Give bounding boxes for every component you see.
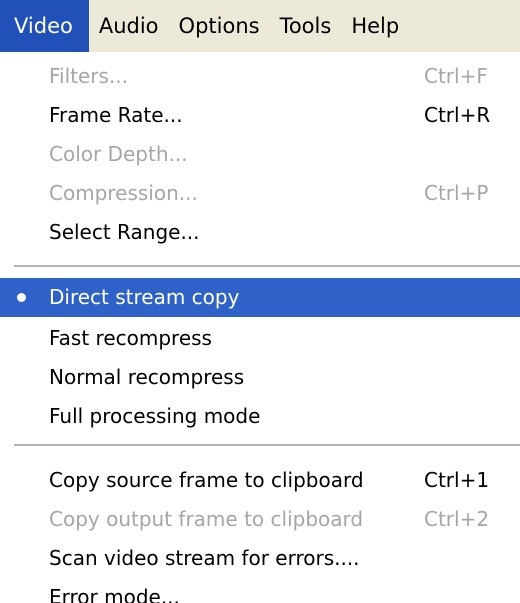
menu-item-direct-stream-copy[interactable]: Direct stream copy xyxy=(0,278,520,317)
menu-options[interactable]: Options xyxy=(169,0,270,52)
menu-item-fast-recompress[interactable]: Fast recompress xyxy=(0,319,520,358)
menu-item-normal-recompress[interactable]: Normal recompress xyxy=(0,358,520,397)
menu-item-shortcut: Ctrl+P xyxy=(424,181,489,205)
menu-item-frame-rate[interactable]: Frame Rate... Ctrl+R xyxy=(0,96,520,135)
menu-item-filters[interactable]: Filters... Ctrl+F xyxy=(0,57,520,96)
menu-item-shortcut: Ctrl+R xyxy=(424,103,491,127)
menu-item-scan-video-stream[interactable]: Scan video stream for errors.... xyxy=(0,539,520,578)
menu-item-label: Direct stream copy xyxy=(49,285,240,309)
menu-item-label: Error mode... xyxy=(49,585,180,603)
menu-tools[interactable]: Tools xyxy=(270,0,342,52)
menu-item-label: Scan video stream for errors.... xyxy=(49,546,360,570)
menu-item-label: Frame Rate... xyxy=(49,103,183,127)
video-dropdown-menu: Filters... Ctrl+F Frame Rate... Ctrl+R C… xyxy=(0,52,520,603)
radio-bullet-icon xyxy=(17,293,26,302)
menu-item-label: Compression... xyxy=(49,181,198,205)
menu-item-copy-output-frame[interactable]: Copy output frame to clipboard Ctrl+2 xyxy=(0,500,520,539)
menu-item-shortcut: Ctrl+F xyxy=(424,64,488,88)
menu-item-shortcut: Ctrl+2 xyxy=(424,507,490,531)
menu-item-label: Copy source frame to clipboard xyxy=(49,468,364,492)
menu-item-label: Select Range... xyxy=(49,220,200,244)
menu-item-color-depth[interactable]: Color Depth... xyxy=(0,135,520,174)
menu-item-label: Full processing mode xyxy=(49,404,261,428)
menu-help[interactable]: Help xyxy=(341,0,409,52)
menu-separator xyxy=(14,265,520,267)
menu-video[interactable]: Video xyxy=(0,0,89,52)
menu-item-label: Normal recompress xyxy=(49,365,245,389)
menu-audio[interactable]: Audio xyxy=(89,0,169,52)
menu-item-select-range[interactable]: Select Range... xyxy=(0,213,520,252)
menu-item-full-processing-mode[interactable]: Full processing mode xyxy=(0,397,520,436)
menu-item-shortcut: Ctrl+1 xyxy=(424,468,490,492)
menu-item-label: Copy output frame to clipboard xyxy=(49,507,364,531)
menu-item-copy-source-frame[interactable]: Copy source frame to clipboard Ctrl+1 xyxy=(0,461,520,500)
menu-item-compression[interactable]: Compression... Ctrl+P xyxy=(0,174,520,213)
menu-item-error-mode[interactable]: Error mode... xyxy=(0,578,520,603)
menu-separator xyxy=(14,444,520,446)
menu-bar: Video Audio Options Tools Help xyxy=(0,0,520,52)
menu-item-label: Color Depth... xyxy=(49,142,188,166)
menu-item-label: Filters... xyxy=(49,64,129,88)
menu-item-label: Fast recompress xyxy=(49,326,212,350)
